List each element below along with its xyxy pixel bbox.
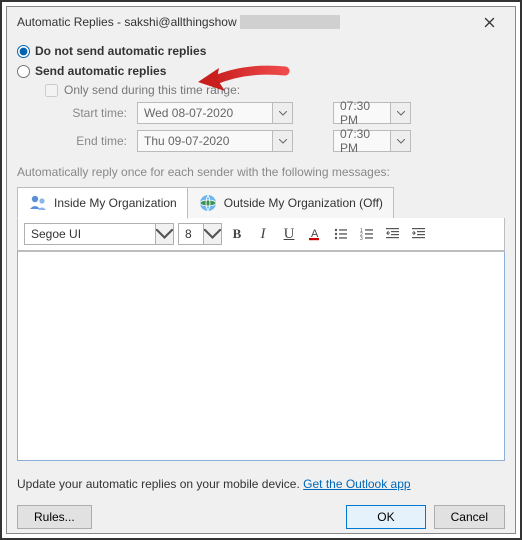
start-time-label: Start time: bbox=[67, 106, 127, 120]
font-family-combo[interactable]: Segoe UI bbox=[24, 223, 174, 245]
close-icon bbox=[484, 17, 495, 28]
bullet-list-button[interactable] bbox=[330, 223, 352, 245]
start-time-combo: 07:30 PM bbox=[333, 102, 411, 124]
rules-button[interactable]: Rules... bbox=[17, 505, 92, 529]
end-date-dropdown bbox=[272, 131, 292, 151]
outdent-icon bbox=[386, 227, 400, 241]
redacted-text bbox=[240, 15, 340, 29]
footer-text: Update your automatic replies on your mo… bbox=[17, 477, 303, 491]
end-date-combo: Thu 09-07-2020 bbox=[137, 130, 293, 152]
chevron-down-icon bbox=[397, 111, 405, 116]
titlebar: Automatic Replies - sakshi@allthingshow bbox=[7, 7, 515, 37]
tab-inside-label: Inside My Organization bbox=[54, 196, 177, 210]
bold-button[interactable]: B bbox=[226, 223, 248, 245]
underline-button[interactable]: U bbox=[278, 223, 300, 245]
start-time-value: 07:30 PM bbox=[334, 99, 390, 127]
reply-hint: Automatically reply once for each sender… bbox=[17, 155, 505, 185]
message-editor[interactable] bbox=[17, 251, 505, 461]
outlook-app-link[interactable]: Get the Outlook app bbox=[303, 477, 410, 491]
option-dont-send[interactable]: Do not send automatic replies bbox=[17, 41, 505, 61]
font-size-dropdown[interactable] bbox=[203, 224, 221, 244]
option-send-label: Send automatic replies bbox=[35, 64, 166, 78]
font-family-value: Segoe UI bbox=[25, 227, 155, 241]
outside-org-icon bbox=[198, 193, 218, 213]
end-time-value: 07:30 PM bbox=[334, 127, 390, 155]
numbered-list-icon: 1 2 3 bbox=[360, 227, 374, 241]
window-title: Automatic Replies - sakshi@allthingshow bbox=[17, 15, 469, 30]
end-time-dropdown bbox=[390, 131, 410, 151]
chevron-down-icon bbox=[156, 229, 173, 240]
cancel-button[interactable]: Cancel bbox=[434, 505, 505, 529]
tab-outside-org[interactable]: Outside My Organization (Off) bbox=[187, 187, 394, 219]
italic-button[interactable]: I bbox=[252, 223, 274, 245]
checkbox-only-range bbox=[45, 84, 58, 97]
title-text: Automatic Replies - sakshi@allthingshow bbox=[17, 15, 237, 29]
radio-send[interactable] bbox=[17, 65, 30, 78]
end-date-value: Thu 09-07-2020 bbox=[138, 134, 272, 148]
footer-hint: Update your automatic replies on your mo… bbox=[17, 461, 505, 501]
option-dont-send-label: Do not send automatic replies bbox=[35, 44, 206, 58]
svg-text:3: 3 bbox=[360, 236, 363, 241]
start-date-dropdown bbox=[272, 103, 292, 123]
format-toolbar: Segoe UI 8 B I U A bbox=[17, 218, 505, 251]
button-row: Rules... OK Cancel bbox=[7, 501, 515, 539]
numbered-list-button[interactable]: 1 2 3 bbox=[356, 223, 378, 245]
chevron-down-icon bbox=[204, 229, 221, 240]
outdent-button[interactable] bbox=[382, 223, 404, 245]
tabs: Inside My Organization Outside My Organi… bbox=[17, 187, 505, 219]
font-size-combo[interactable]: 8 bbox=[178, 223, 222, 245]
ok-button[interactable]: OK bbox=[346, 505, 425, 529]
start-time-dropdown bbox=[390, 103, 410, 123]
start-date-value: Wed 08-07-2020 bbox=[138, 106, 272, 120]
font-family-dropdown[interactable] bbox=[155, 224, 173, 244]
start-date-combo: Wed 08-07-2020 bbox=[137, 102, 293, 124]
font-size-value: 8 bbox=[179, 227, 203, 241]
only-range-label: Only send during this time range: bbox=[64, 83, 240, 97]
chevron-down-icon bbox=[279, 111, 287, 116]
tab-outside-label: Outside My Organization (Off) bbox=[224, 196, 383, 210]
indent-icon bbox=[412, 227, 426, 241]
tab-inside-org[interactable]: Inside My Organization bbox=[17, 187, 188, 219]
option-send[interactable]: Send automatic replies bbox=[17, 61, 505, 81]
indent-button[interactable] bbox=[408, 223, 430, 245]
start-time-row: Start time: Wed 08-07-2020 07:30 PM bbox=[17, 99, 505, 127]
font-color-button[interactable]: A bbox=[304, 223, 326, 245]
close-button[interactable] bbox=[469, 8, 509, 36]
bullet-list-icon bbox=[334, 227, 348, 241]
automatic-replies-dialog: Automatic Replies - sakshi@allthingshow … bbox=[6, 6, 516, 534]
end-time-label: End time: bbox=[67, 134, 127, 148]
font-color-icon: A bbox=[307, 226, 323, 242]
only-range-row: Only send during this time range: bbox=[17, 81, 505, 99]
end-time-row: End time: Thu 09-07-2020 07:30 PM bbox=[17, 127, 505, 155]
chevron-down-icon bbox=[279, 139, 287, 144]
radio-dont-send[interactable] bbox=[17, 45, 30, 58]
end-time-combo: 07:30 PM bbox=[333, 130, 411, 152]
chevron-down-icon bbox=[397, 139, 405, 144]
inside-org-icon bbox=[28, 193, 48, 213]
